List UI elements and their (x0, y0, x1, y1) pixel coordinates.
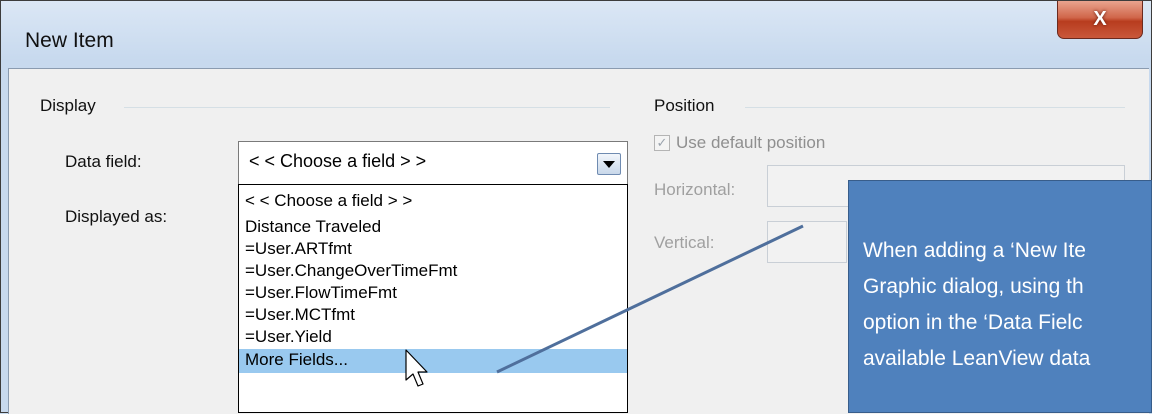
mouse-cursor-icon (405, 349, 428, 387)
callout-connector-line (496, 224, 804, 374)
annotation-overlay (405, 224, 804, 387)
